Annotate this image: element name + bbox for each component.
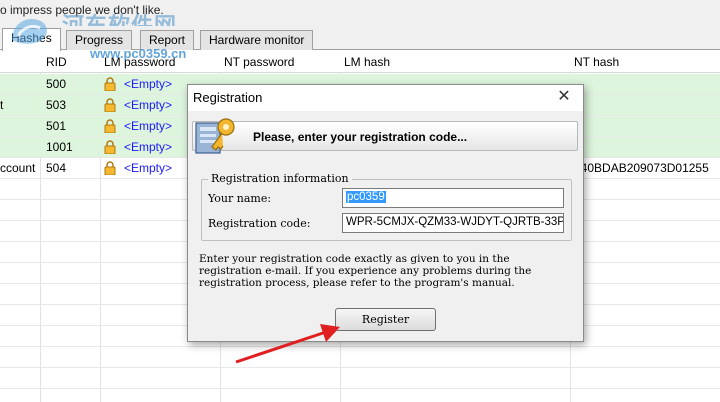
row-lm-password: <Empty> <box>124 161 173 175</box>
group-label: Registration information <box>208 172 352 185</box>
name-field-value: pc0359 <box>346 191 386 203</box>
top-banner: o impress people we don't like. 河东软件网 <box>0 0 720 39</box>
name-label: Your name: <box>208 192 272 205</box>
column-header-nt-hash[interactable]: NT hash <box>574 55 619 69</box>
row-nt-hash: 740BDAB209073D01255 <box>574 161 709 175</box>
watermark-logo-icon <box>12 18 47 44</box>
dialog-title: Registration <box>193 90 263 105</box>
row-rid: 501 <box>46 119 67 133</box>
info-line: registration process, please refer to th… <box>199 277 515 289</box>
register-button[interactable]: Register <box>335 308 436 331</box>
row-rid: 503 <box>46 98 67 112</box>
row-lm-password: <Empty> <box>124 77 173 91</box>
dialog-banner-text: Please, enter your registration code... <box>253 130 468 144</box>
dialog-titlebar[interactable]: Registration ✕ <box>188 85 583 111</box>
key-icon <box>195 118 235 154</box>
row-lm-password: <Empty> <box>124 140 173 154</box>
row-name: ccount <box>0 161 36 175</box>
row-lm-password: <Empty> <box>124 98 173 112</box>
info-text: Enter your registration code exactly as … <box>199 253 579 289</box>
info-line: Enter your registration code exactly as … <box>199 253 510 265</box>
row-rid: 500 <box>46 77 67 91</box>
table-row <box>0 347 720 368</box>
registration-info-group: Registration information Your name: pc03… <box>201 172 572 241</box>
info-line: registration e-mail. If you experience a… <box>199 265 532 277</box>
tab-hardware-monitor[interactable]: Hardware monitor <box>200 30 314 50</box>
row-name: t <box>0 98 4 112</box>
close-icon[interactable]: ✕ <box>553 87 575 107</box>
registration-code-field[interactable]: WPR-5CMJX-QZM33-WJDYT-QJRTB-33PWC <box>342 213 564 233</box>
lock-icon <box>104 77 116 91</box>
column-header-lm-hash[interactable]: LM hash <box>344 55 390 69</box>
table-row <box>0 368 720 389</box>
row-lm-password: <Empty> <box>124 119 173 133</box>
lock-icon <box>104 98 116 112</box>
row-rid: 1001 <box>46 140 73 154</box>
watermark-url: www.pc0359.cn <box>90 46 187 61</box>
column-header-rid[interactable]: RID <box>46 55 67 69</box>
code-label: Registration code: <box>208 217 311 230</box>
name-field[interactable]: pc0359 <box>342 188 564 208</box>
lock-icon <box>104 161 116 175</box>
lock-icon <box>104 119 116 133</box>
dialog-banner: Please, enter your registration code... <box>192 121 578 151</box>
lock-icon <box>104 140 116 154</box>
row-rid: 504 <box>46 161 67 175</box>
annotation-arrow-icon <box>235 324 340 364</box>
registration-dialog: Registration ✕ Please, enter your regist… <box>187 84 584 342</box>
column-header-nt-password[interactable]: NT password <box>224 55 294 69</box>
